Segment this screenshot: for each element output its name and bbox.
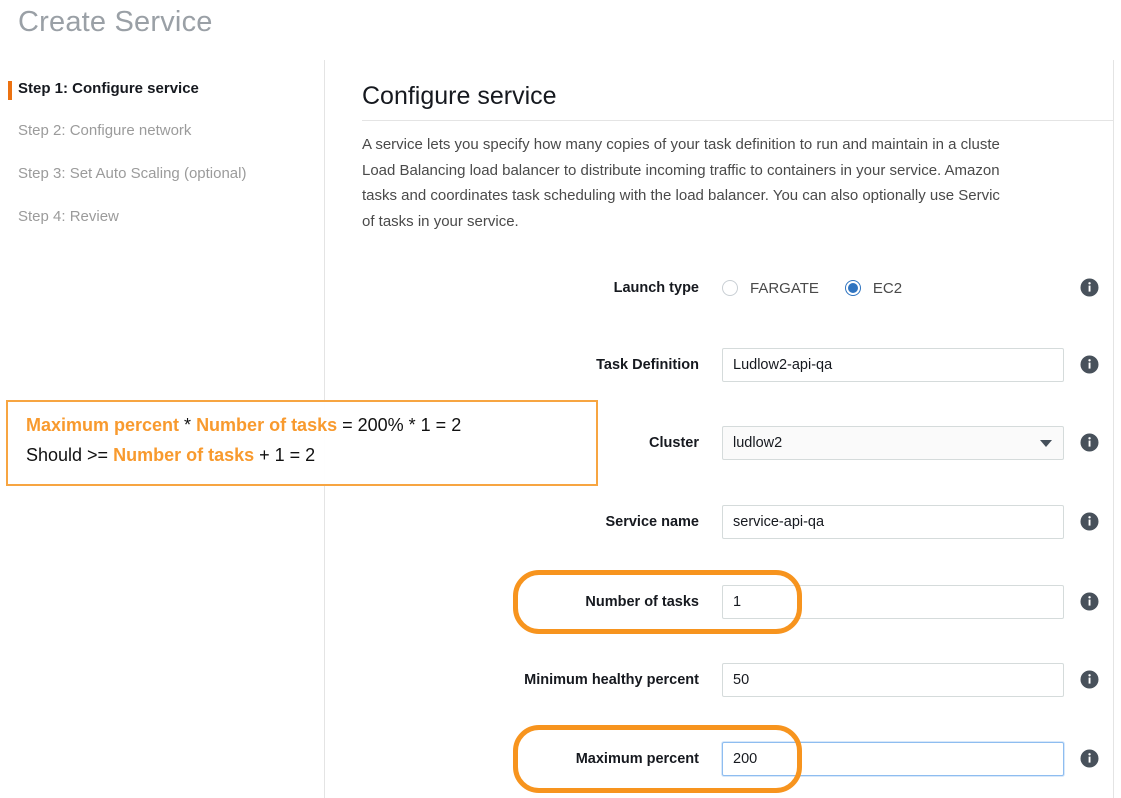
sidebar-item-label: Step 3: Set Auto Scaling (optional) [18, 165, 246, 182]
form-row-number-of-tasks: Number of tasks [325, 585, 1114, 619]
service-name-input[interactable] [722, 505, 1064, 539]
radio-icon[interactable] [722, 280, 738, 296]
sidebar-item-label: Step 4: Review [18, 208, 119, 225]
main-panel-right-divider [1113, 60, 1114, 798]
page-title: Create Service [18, 6, 213, 39]
sidebar-item-label: Step 2: Configure network [18, 122, 191, 139]
form-row-minimum-healthy-percent: Minimum healthy percent [325, 663, 1114, 697]
annotation-result-1: = 200% * 1 = 2 [337, 415, 461, 435]
active-step-indicator-bar [8, 81, 12, 100]
info-icon[interactable] [1080, 749, 1099, 768]
section-divider [362, 120, 1114, 121]
sidebar-item-step-3[interactable]: Step 3: Set Auto Scaling (optional) [18, 165, 246, 182]
annotation-result-2: + 1 = 2 [254, 445, 315, 465]
number-of-tasks-label: Number of tasks [327, 585, 699, 619]
service-name-field-wrap [722, 505, 1064, 539]
cluster-field-wrap: ludlow2 [722, 426, 1064, 460]
task-definition-label: Task Definition [327, 348, 699, 382]
annotation-callout-box: Maximum percent * Number of tasks = 200%… [6, 400, 598, 486]
sidebar-item-step-4[interactable]: Step 4: Review [18, 208, 119, 225]
intro-paragraph: A service lets you specify how many copi… [362, 132, 1121, 234]
form-row-launch-type: Launch type FARGATE EC2 [325, 271, 1114, 305]
maximum-percent-label: Maximum percent [327, 742, 699, 776]
radio-icon[interactable] [845, 280, 861, 296]
annotation-line-1: Maximum percent * Number of tasks = 200%… [26, 415, 461, 436]
info-icon[interactable] [1080, 512, 1099, 531]
annotation-prefix-should: Should >= [26, 445, 113, 465]
cluster-select[interactable]: ludlow2 [722, 426, 1064, 460]
info-icon[interactable] [1080, 278, 1099, 297]
info-icon[interactable] [1080, 433, 1099, 452]
annotation-term-maximum-percent: Maximum percent [26, 415, 179, 435]
task-definition-input[interactable] [722, 348, 1064, 382]
service-name-label: Service name [327, 505, 699, 539]
form-row-service-name: Service name [325, 505, 1114, 539]
radio-option-label: EC2 [873, 280, 902, 297]
annotation-term-number-of-tasks-1: Number of tasks [196, 415, 337, 435]
annotation-operator-1: * [179, 415, 196, 435]
radio-option-label: FARGATE [750, 280, 819, 297]
cluster-select-value[interactable]: ludlow2 [722, 426, 1064, 460]
maximum-percent-input[interactable] [722, 742, 1064, 776]
info-icon[interactable] [1080, 355, 1099, 374]
radio-option-fargate[interactable]: FARGATE [722, 280, 819, 297]
sidebar-item-label: Step 1: Configure service [18, 80, 199, 97]
radio-option-ec2[interactable]: EC2 [845, 280, 902, 297]
section-title: Configure service [362, 82, 557, 111]
annotation-term-number-of-tasks-2: Number of tasks [113, 445, 254, 465]
form-row-maximum-percent: Maximum percent [325, 742, 1114, 776]
minimum-healthy-percent-field-wrap [722, 663, 1064, 697]
maximum-percent-field-wrap [722, 742, 1064, 776]
form-row-task-definition: Task Definition [325, 348, 1114, 382]
chevron-down-icon[interactable] [1040, 440, 1052, 447]
task-definition-field-wrap [722, 348, 1064, 382]
annotation-line-2: Should >= Number of tasks + 1 = 2 [26, 445, 315, 466]
minimum-healthy-percent-label: Minimum healthy percent [327, 663, 699, 697]
info-icon[interactable] [1080, 592, 1099, 611]
sidebar-item-step-2[interactable]: Step 2: Configure network [18, 122, 191, 139]
sidebar-item-step-1[interactable]: Step 1: Configure service [18, 80, 199, 97]
minimum-healthy-percent-input[interactable] [722, 663, 1064, 697]
launch-type-radio-group[interactable]: FARGATE EC2 [722, 271, 928, 305]
launch-type-label: Launch type [327, 271, 699, 305]
number-of-tasks-input[interactable] [722, 585, 1064, 619]
info-icon[interactable] [1080, 670, 1099, 689]
number-of-tasks-field-wrap [722, 585, 1064, 619]
